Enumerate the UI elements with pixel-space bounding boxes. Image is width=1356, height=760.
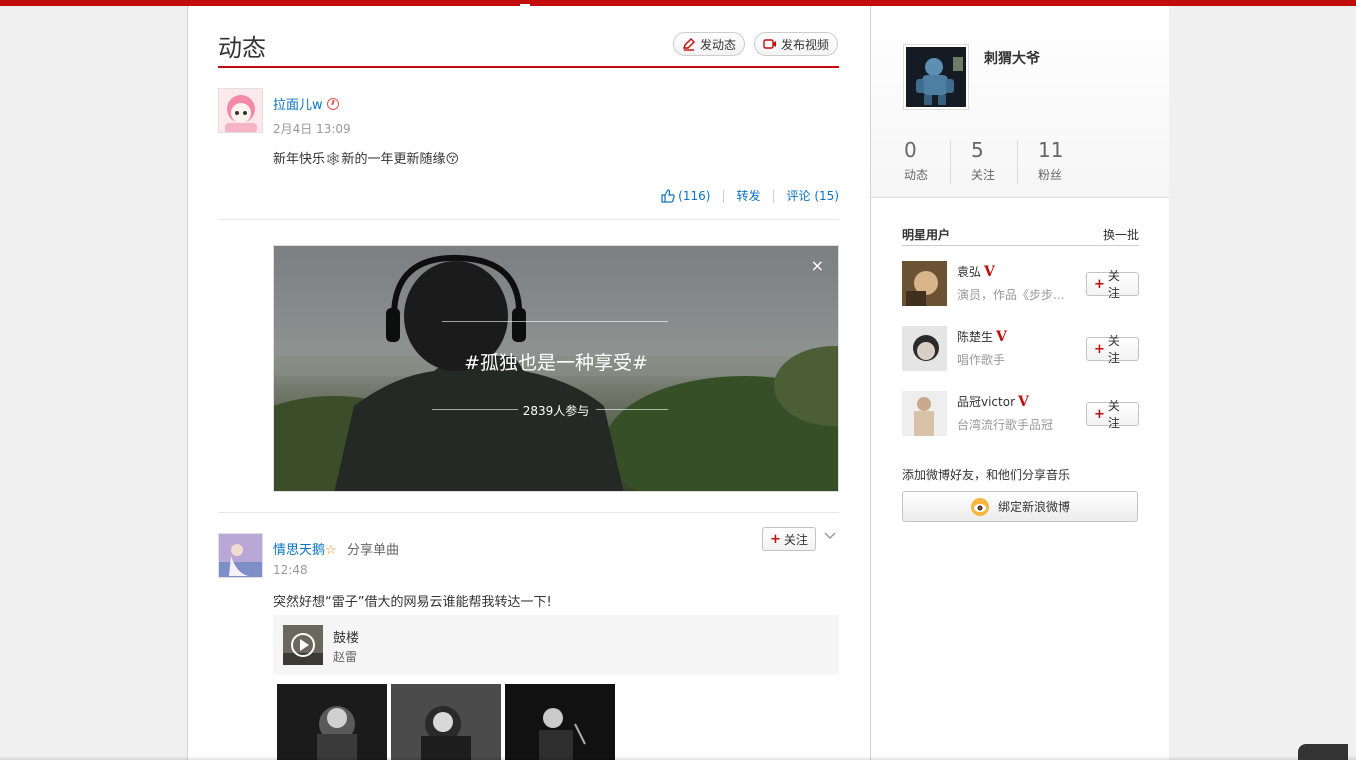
post-video-button[interactable]: 发布视频 bbox=[754, 32, 839, 56]
follow-button[interactable]: + 关注 bbox=[1086, 269, 1139, 300]
bottom-shadow bbox=[0, 756, 1356, 760]
star-user-name[interactable]: 袁弘 V bbox=[957, 263, 995, 280]
avatar-image bbox=[219, 89, 262, 132]
verified-v-icon: V bbox=[1018, 394, 1029, 410]
star-user-item: 陈楚生 V 唱作歌手 + 关注 bbox=[902, 326, 1139, 372]
sidebar: 刺猬大爷 0 动态 5 关注 11 粉丝 明星用户 换一批 袁弘 V 演员，作品… bbox=[870, 6, 1169, 760]
topic-decor-line bbox=[442, 321, 668, 322]
like-count: (116) bbox=[678, 188, 711, 203]
lock-widget-icon[interactable] bbox=[1298, 744, 1348, 760]
star-user-avatar[interactable] bbox=[902, 326, 947, 371]
like-button[interactable]: (116) bbox=[661, 189, 710, 203]
share-action-label: 分享单曲 bbox=[347, 543, 400, 558]
feed-time: 2月4日 13:09 bbox=[273, 122, 351, 136]
feed-photo[interactable] bbox=[277, 684, 387, 760]
star-user-desc: 台湾流行歌手品冠 bbox=[957, 418, 1054, 432]
plus-icon: + bbox=[1094, 276, 1105, 292]
stat-separator bbox=[950, 140, 951, 184]
topic-title: #孤独也是一种享受# bbox=[464, 352, 648, 374]
forward-button[interactable]: 转发 bbox=[736, 187, 760, 204]
follow-button[interactable]: + 关注 bbox=[762, 527, 816, 551]
bind-weibo-label: 绑定新浪微博 bbox=[997, 500, 1070, 514]
star-users-header: 明星用户 换一批 bbox=[902, 224, 1139, 246]
feed-divider bbox=[218, 512, 839, 513]
topic-banner[interactable]: × #孤独也是一种享受# 2839人参与 bbox=[273, 245, 839, 492]
post-video-label: 发布视频 bbox=[781, 37, 830, 52]
profile-box: 刺猬大爷 0 动态 5 关注 11 粉丝 bbox=[871, 6, 1169, 198]
plus-icon: + bbox=[1094, 341, 1105, 357]
thumbs-up-icon bbox=[661, 188, 675, 203]
avatar-image bbox=[219, 534, 262, 577]
verified-badge-icon bbox=[326, 98, 339, 110]
refresh-link[interactable]: 换一批 bbox=[1103, 226, 1139, 243]
stat-posts[interactable]: 0 动态 bbox=[904, 138, 928, 183]
post-update-label: 发动态 bbox=[700, 37, 737, 52]
song-card[interactable]: 鼓楼 赵雷 bbox=[273, 615, 839, 675]
song-cover bbox=[283, 625, 323, 665]
star-users-title: 明星用户 bbox=[902, 228, 951, 242]
star-user-avatar[interactable] bbox=[902, 261, 947, 306]
verified-v-icon: V bbox=[996, 329, 1007, 345]
feed-text: 突然好想“雷子”借大的网易云谁能帮我转达一下! bbox=[273, 595, 552, 610]
plus-icon: + bbox=[1094, 406, 1105, 422]
song-name: 鼓楼 bbox=[333, 631, 360, 646]
star-user-name[interactable]: 品冠victor V bbox=[957, 393, 1029, 410]
song-artist[interactable]: 赵雷 bbox=[333, 648, 357, 665]
profile-name[interactable]: 刺猬大爷 bbox=[984, 48, 1040, 68]
close-icon[interactable]: × bbox=[811, 256, 824, 275]
user-avatar[interactable] bbox=[218, 533, 263, 578]
follow-button[interactable]: + 关注 bbox=[1086, 334, 1139, 365]
feed-text: 新年快乐🕸新的一年更新随缘😚 bbox=[273, 152, 460, 167]
star-icon: ☆ bbox=[325, 543, 337, 558]
plus-icon: + bbox=[770, 531, 781, 547]
main-column: 动态 发动态 发布视频 拉面儿w 2月4日 13:09 新年快乐🕸新的一年更新随… bbox=[218, 6, 839, 760]
star-user-desc: 演员，作品《步步... bbox=[957, 288, 1065, 302]
feed-username[interactable]: 拉面儿w bbox=[273, 94, 339, 113]
chevron-down-icon[interactable] bbox=[824, 529, 836, 545]
star-user-avatar[interactable] bbox=[902, 391, 947, 436]
post-update-button[interactable]: 发动态 bbox=[673, 32, 746, 56]
weibo-icon bbox=[970, 497, 989, 516]
topic-participants: 2839人参与 bbox=[522, 404, 590, 418]
star-user-desc: 唱作歌手 bbox=[957, 353, 1006, 367]
star-user-item: 袁弘 V 演员，作品《步步... + 关注 bbox=[902, 261, 1139, 307]
page-header: 动态 发动态 发布视频 bbox=[218, 26, 839, 68]
follow-button[interactable]: + 关注 bbox=[1086, 399, 1139, 430]
feed-actions: (116) | 转发 | 评论 (15) bbox=[661, 187, 839, 204]
feed-time: 12:48 bbox=[273, 563, 308, 577]
action-separator: | bbox=[721, 188, 726, 203]
stat-followers[interactable]: 11 粉丝 bbox=[1038, 138, 1063, 183]
feed-photo[interactable] bbox=[391, 684, 501, 760]
comment-button[interactable]: 评论 (15) bbox=[787, 187, 839, 204]
feed-photo[interactable] bbox=[505, 684, 615, 760]
content-frame: 动态 发动态 发布视频 拉面儿w 2月4日 13:09 新年快乐🕸新的一年更新随… bbox=[187, 6, 1169, 760]
stat-separator bbox=[1017, 140, 1018, 184]
feed-username[interactable]: 情思天鹅☆ bbox=[273, 539, 337, 558]
star-user-name[interactable]: 陈楚生 V bbox=[957, 328, 1007, 345]
feed-divider bbox=[218, 219, 839, 220]
verified-v-icon: V bbox=[984, 264, 995, 280]
bind-weibo-text: 添加微博好友，和他们分享音乐 bbox=[902, 468, 1071, 482]
action-separator: | bbox=[771, 188, 776, 203]
bind-weibo-button[interactable]: 绑定新浪微博 bbox=[902, 491, 1138, 522]
page-title: 动态 bbox=[218, 34, 266, 62]
stat-following[interactable]: 5 关注 bbox=[971, 138, 995, 183]
profile-avatar[interactable] bbox=[903, 44, 969, 110]
user-avatar[interactable] bbox=[218, 88, 263, 133]
video-camera-icon bbox=[763, 39, 776, 49]
pencil-icon bbox=[683, 38, 695, 51]
star-user-item: 品冠victor V 台湾流行歌手品冠 + 关注 bbox=[902, 391, 1139, 437]
